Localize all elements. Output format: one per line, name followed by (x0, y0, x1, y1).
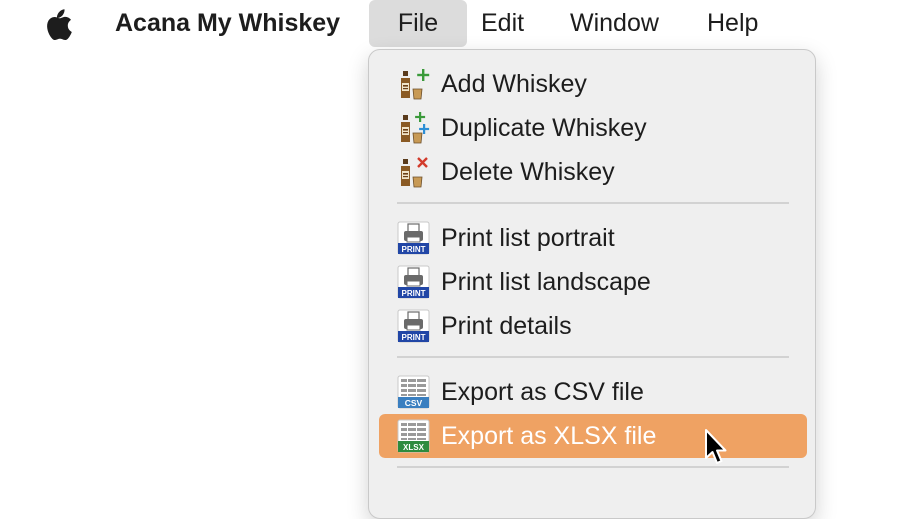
menu-item-label: Print details (441, 312, 572, 340)
csv-icon: CSV (397, 375, 430, 409)
menu-edit[interactable]: Edit (464, 0, 541, 47)
menu-item-delete-whiskey[interactable]: Delete Whiskey (379, 150, 807, 194)
menu-item-label: Delete Whiskey (441, 158, 615, 186)
menu-item-duplicate-whiskey[interactable]: Duplicate Whiskey (379, 106, 807, 150)
xlsx-badge-text: XLSX (403, 443, 425, 452)
menu-item-label: Export as CSV file (441, 378, 644, 406)
menu-separator (397, 356, 789, 358)
menu-item-add-whiskey[interactable]: Add Whiskey (379, 62, 807, 106)
menu-help[interactable]: Help (690, 0, 775, 47)
app-name-menu[interactable]: Acana My Whiskey (115, 9, 340, 38)
menu-bar: Acana My Whiskey File Edit Window Help (0, 0, 923, 48)
print-icon: PRINT (397, 309, 430, 343)
menu-item-export-xlsx[interactable]: XLSX Export as XLSX file (379, 414, 807, 458)
menu-item-export-csv[interactable]: CSV Export as CSV file (379, 370, 807, 414)
whiskey-add-icon (401, 69, 430, 100)
menu-item-label: Add Whiskey (441, 70, 587, 98)
menu-item-label: Export as XLSX file (441, 422, 657, 450)
menu-item-label: Print list portrait (441, 224, 615, 252)
menu-separator (397, 466, 789, 468)
print-icon: PRINT (397, 265, 430, 299)
print-badge-text: PRINT (402, 333, 426, 342)
menu-item-print-list-landscape[interactable]: PRINT Print list landscape (379, 260, 807, 304)
file-menu-dropdown: Add Whiskey Duplicate Whiskey Delete Whi… (368, 49, 816, 519)
print-badge-text: PRINT (402, 245, 426, 254)
menu-window[interactable]: Window (553, 0, 676, 47)
print-badge-text: PRINT (402, 289, 426, 298)
menu-item-label: Print list landscape (441, 268, 651, 296)
whiskey-delete-icon (401, 157, 428, 188)
whiskey-duplicate-icon (401, 112, 430, 144)
menu-file[interactable]: File (369, 0, 467, 47)
csv-badge-text: CSV (405, 398, 423, 408)
mouse-pointer-icon (705, 429, 727, 464)
menu-item-label: Duplicate Whiskey (441, 114, 647, 142)
print-icon: PRINT (397, 221, 430, 255)
xlsx-icon: XLSX (397, 419, 430, 453)
apple-logo-icon[interactable] (40, 7, 74, 41)
menu-item-print-list-portrait[interactable]: PRINT Print list portrait (379, 216, 807, 260)
menu-item-print-details[interactable]: PRINT Print details (379, 304, 807, 348)
menu-separator (397, 202, 789, 204)
